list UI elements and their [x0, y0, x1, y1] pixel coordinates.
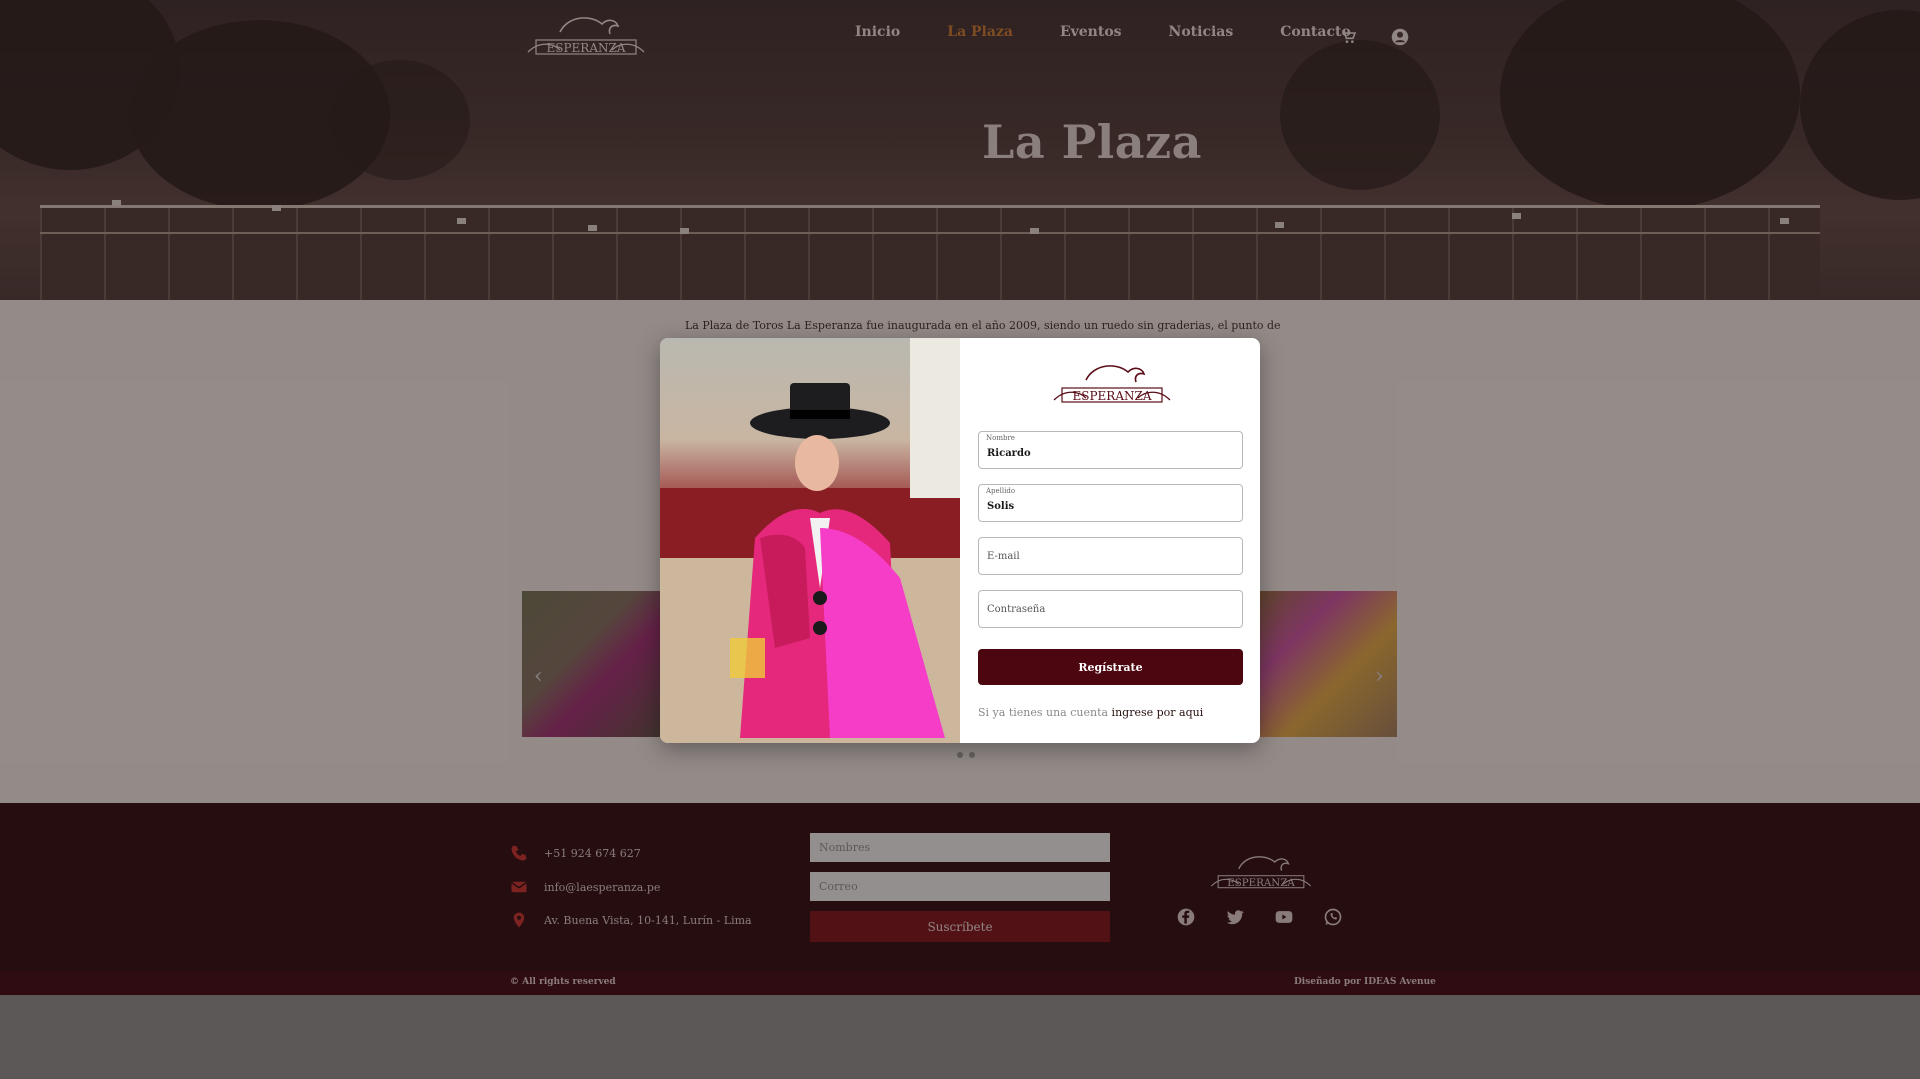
login-prompt: Si ya tienes una cuenta ingrese por aqui: [978, 706, 1203, 719]
nombre-value: Ricardo: [987, 448, 1031, 459]
nombre-label: Nombre: [986, 434, 1015, 442]
apellido-label: Apellido: [986, 487, 1016, 495]
login-link[interactable]: ingrese por aqui: [1112, 706, 1204, 719]
svg-text:ESPERANZA: ESPERANZA: [1072, 389, 1151, 403]
password-field[interactable]: Contraseña: [978, 590, 1243, 628]
email-placeholder: E-mail: [987, 551, 1020, 562]
register-modal: ESPERANZA Nombre Ricardo Apellido Solis …: [660, 338, 1260, 743]
apellido-field[interactable]: Apellido Solis: [978, 484, 1243, 522]
email-field[interactable]: E-mail: [978, 537, 1243, 575]
nombre-field[interactable]: Nombre Ricardo: [978, 431, 1243, 469]
matador-illustration: [660, 338, 960, 743]
matador-photo: [660, 338, 960, 743]
login-prefix: Si ya tienes una cuenta: [978, 706, 1109, 719]
password-placeholder: Contraseña: [987, 604, 1046, 615]
esperanza-logo-icon: ESPERANZA: [1053, 365, 1171, 403]
apellido-value: Solis: [987, 501, 1015, 512]
register-form: ESPERANZA Nombre Ricardo Apellido Solis …: [960, 338, 1260, 743]
register-button[interactable]: Regístrate: [978, 649, 1243, 685]
